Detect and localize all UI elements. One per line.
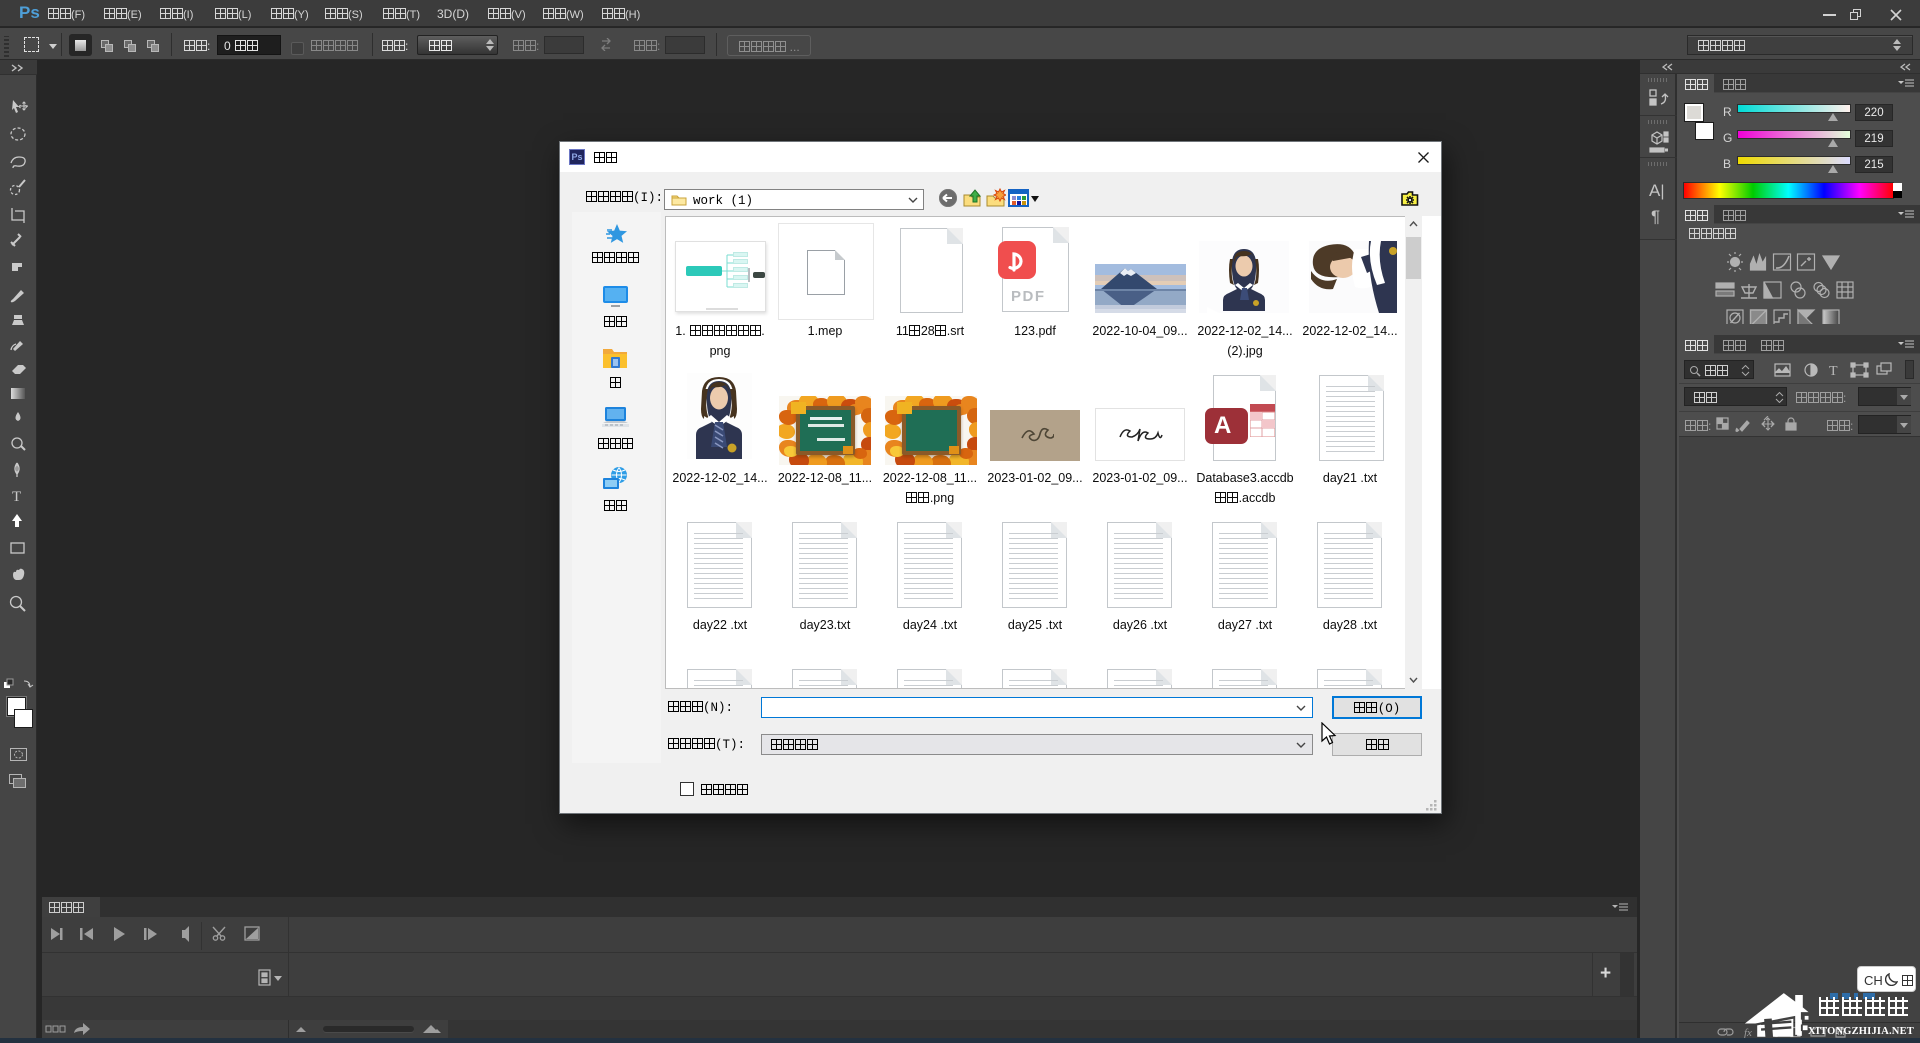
svg-text:T: T [12,489,21,505]
svg-text:T: T [1829,364,1838,379]
